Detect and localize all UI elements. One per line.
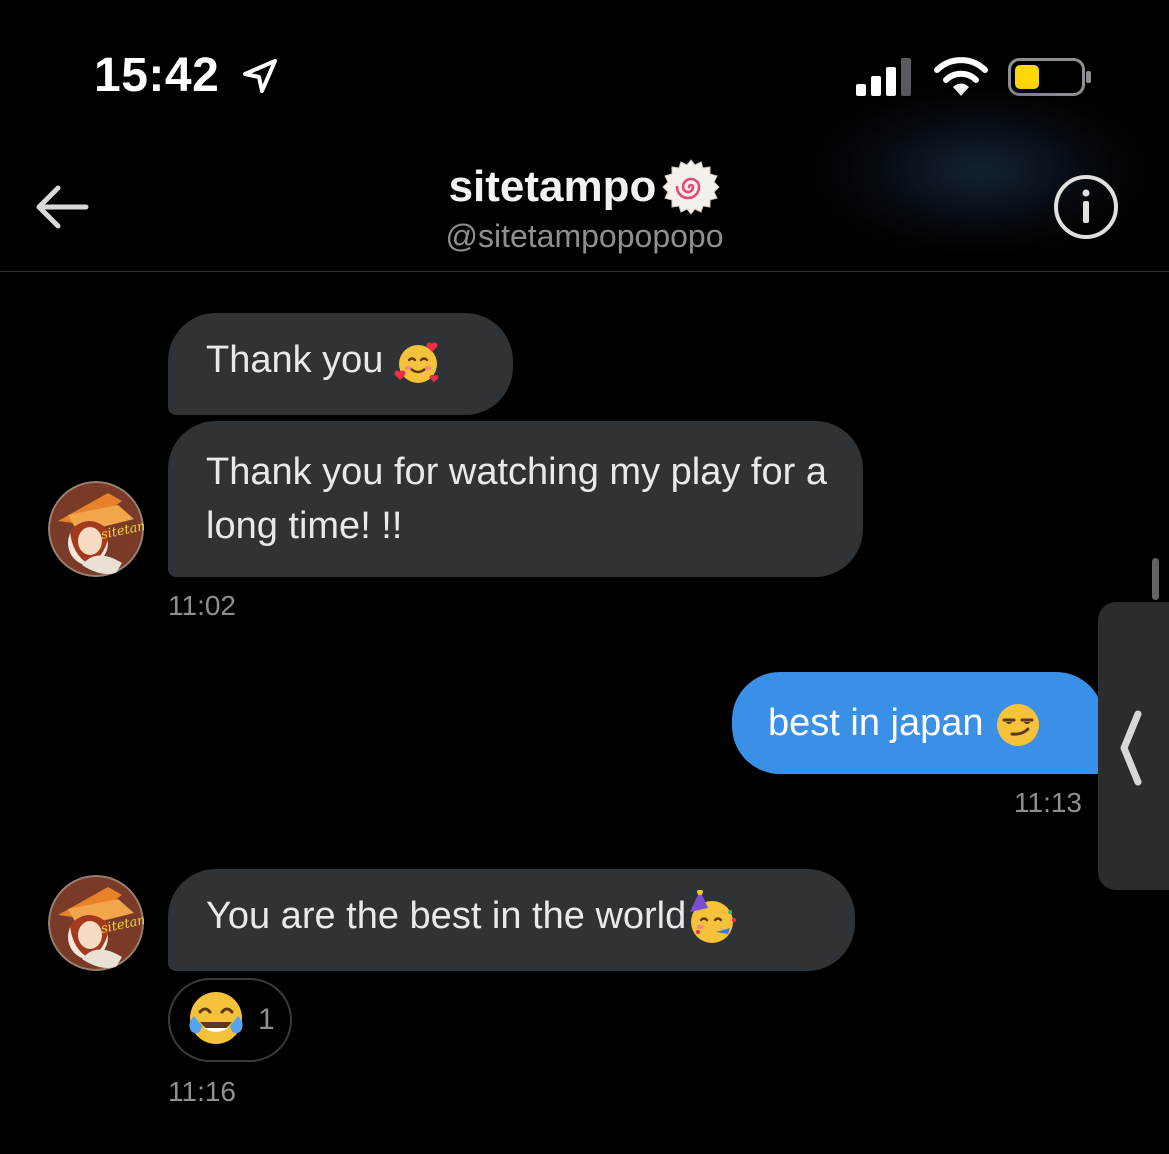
side-panel-handle[interactable] [1098,602,1169,890]
timestamp: 11:02 [168,590,236,621]
message-text: Thank you [206,339,394,381]
timestamp: 11:13 [1014,787,1082,818]
timestamp: 11:16 [168,1076,236,1107]
message-bubble-incoming[interactable]: Thank you for watching my play for a lon… [168,421,863,577]
smirking-face-icon [997,703,1040,746]
info-icon[interactable] [1052,173,1120,241]
message-bubble-incoming[interactable]: Thank you [168,313,513,415]
avatar-image: sitetampo [48,481,144,577]
message-bubble-outgoing[interactable]: best in japan [732,672,1104,774]
message-text: You are the best in the world [206,895,687,937]
reaction-pill[interactable]: 1 [168,978,292,1062]
smiling-face-with-hearts-icon [394,342,439,383]
message-text: best in japan [768,702,995,744]
narutomaki-icon [662,159,721,215]
status-time: 15:42 [94,49,220,102]
location-arrow-icon [243,59,277,93]
reaction-count: 1 [258,1003,275,1036]
scroll-indicator[interactable] [1152,558,1159,600]
chevron-left-icon [1120,710,1142,786]
partying-face-icon [690,889,737,943]
header-divider [0,271,1169,272]
display-name: sitetampo [448,162,657,211]
message-text: Thank you for watching my play for a lon… [206,451,827,547]
avatar[interactable]: sitetampo [48,875,144,971]
avatar-image: sitetampo [48,875,144,971]
avatar[interactable]: sitetampo [48,481,144,577]
message-bubble-incoming[interactable]: You are the best in the world [168,869,855,971]
back-arrow-icon[interactable] [32,182,90,232]
face-with-tears-of-joy-icon [189,992,243,1044]
